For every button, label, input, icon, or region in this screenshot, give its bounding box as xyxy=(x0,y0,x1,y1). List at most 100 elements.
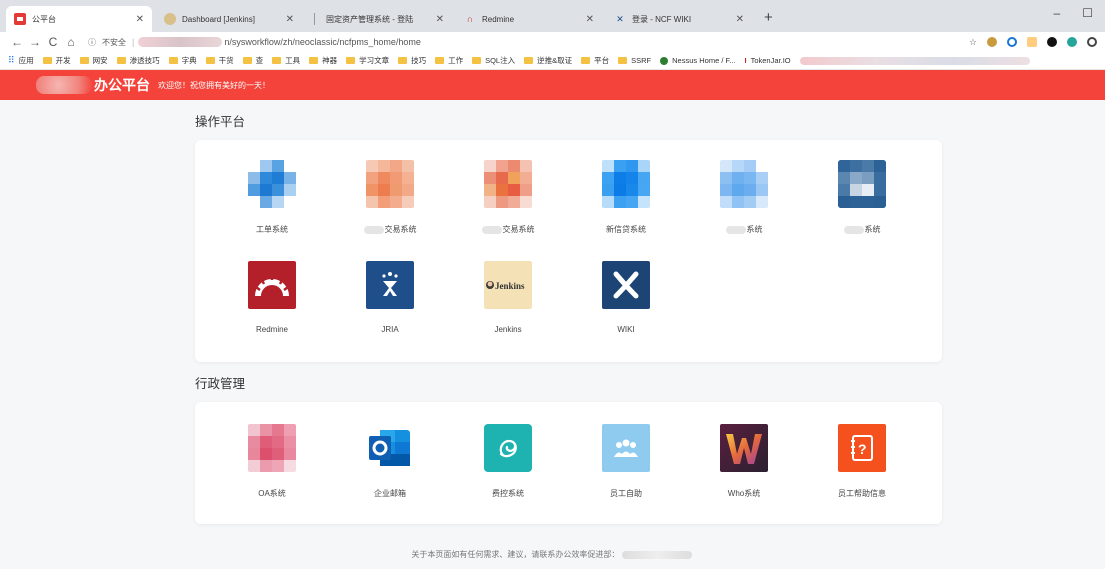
employee-self-service-icon xyxy=(602,424,650,472)
app-credit-system[interactable]: 新信贷系统 xyxy=(567,160,685,258)
ticket-system-icon xyxy=(248,160,296,208)
redacted-label xyxy=(363,225,384,234)
folder-icon xyxy=(42,57,52,64)
info-icon[interactable]: ⓘ xyxy=(88,37,96,48)
folder-icon xyxy=(435,57,445,64)
browser-tab-office[interactable]: 公平台 ✕ xyxy=(6,6,152,32)
bookmark-label: Nessus Home / F... xyxy=(672,56,736,65)
browser-tab-jenkins[interactable]: Dashboard [Jenkins] ✕ xyxy=(156,6,302,32)
folder-icon xyxy=(168,57,178,64)
redacted-label xyxy=(843,225,864,234)
forward-arrow-icon[interactable]: → xyxy=(26,35,44,49)
ops-app-card: 工单系统 交易系统 交易系统 新信贷系统 系统 系统 Redmine JRIA … xyxy=(195,140,942,362)
tab-title: 固定资产管理系统 - 登陆 xyxy=(326,14,414,24)
bookmark-folder[interactable]: 神器 xyxy=(309,55,337,66)
app-redmine[interactable]: Redmine xyxy=(213,261,331,359)
extension-icon[interactable] xyxy=(1007,37,1017,47)
app-trade-system-a[interactable]: 交易系统 xyxy=(331,160,449,258)
new-tab-button[interactable]: + xyxy=(756,6,781,32)
redmine-icon xyxy=(248,261,296,309)
app-label-text: 系统 xyxy=(864,225,881,234)
app-jira[interactable]: JRIA xyxy=(331,261,449,359)
star-icon[interactable]: ☆ xyxy=(969,37,977,48)
app-jenkins[interactable]: Jenkins Jenkins xyxy=(449,261,567,359)
close-tab-icon[interactable]: ✕ xyxy=(436,14,444,25)
app-label: 企业邮箱 xyxy=(374,489,406,498)
bookmark-folder[interactable]: 学习文章 xyxy=(346,55,389,66)
bookmark-folder[interactable]: 干货 xyxy=(205,55,234,66)
close-tab-icon[interactable]: ✕ xyxy=(136,14,144,25)
app-wiki[interactable]: WIKI xyxy=(567,261,685,359)
bookmark-label: 神器 xyxy=(322,56,338,65)
browser-tab-bar: 公平台 ✕ Dashboard [Jenkins] ✕ 固定资产管理系统 - 登… xyxy=(0,0,1105,32)
confluence-icon: ✕ xyxy=(616,13,624,24)
browser-tab-assets[interactable]: 固定资产管理系统 - 登陆 ✕ xyxy=(306,6,452,32)
extension-bar: ☆ xyxy=(969,37,1097,48)
bookmark-label: 字典 xyxy=(181,56,197,65)
maximize-button[interactable]: ☐ xyxy=(1082,6,1093,20)
extension-icon[interactable] xyxy=(1067,37,1077,47)
app-oa-system[interactable]: OA系统 xyxy=(213,424,331,522)
site-title: 办公平台 xyxy=(94,77,150,93)
tokenjar-icon: I xyxy=(744,56,747,65)
help-info-icon: ? xyxy=(838,424,886,472)
minimize-button[interactable]: – xyxy=(1054,6,1061,20)
app-label: 交易系统 xyxy=(481,224,535,235)
bookmark-label: 干货 xyxy=(218,56,234,65)
close-tab-icon[interactable]: ✕ xyxy=(286,14,294,25)
browser-tab-wiki[interactable]: ✕ 登录 - NCF WIKI ✕ xyxy=(606,6,752,32)
folder-icon xyxy=(618,57,628,64)
extension-icon[interactable] xyxy=(1047,37,1057,47)
app-expense-control[interactable]: 费控系统 xyxy=(449,424,567,522)
app-who-system[interactable]: Who系统 xyxy=(685,424,803,522)
bookmark-folder[interactable]: 查 xyxy=(242,55,263,66)
folder-icon xyxy=(346,57,356,64)
home-icon[interactable]: ⌂ xyxy=(62,35,80,49)
app-help-info[interactable]: ? 员工帮助信息 xyxy=(803,424,921,522)
bookmark-nessus[interactable]: Nessus Home / F... xyxy=(660,56,736,65)
bookmark-folder[interactable]: 开发 xyxy=(42,55,71,66)
app-label: JRIA xyxy=(381,325,399,334)
bookmark-folder[interactable]: 工具 xyxy=(272,55,300,66)
bookmark-folder[interactable]: 逆推&取证 xyxy=(524,55,572,66)
folder-icon xyxy=(116,57,126,64)
app-ticket-system[interactable]: 工单系统 xyxy=(213,160,331,258)
address-bar[interactable]: ⓘ 不安全 | n/sysworkflow/zh/neoclassic/ncfp… xyxy=(88,34,963,50)
bookmark-folder[interactable]: 网安 xyxy=(79,55,108,66)
redacted-label xyxy=(725,225,746,234)
bookmark-folder[interactable]: 字典 xyxy=(168,55,197,66)
bookmark-label: 渗透技巧 xyxy=(129,56,160,65)
app-label: Who系统 xyxy=(727,489,761,498)
reload-icon[interactable]: C xyxy=(44,35,62,49)
back-arrow-icon[interactable]: ← xyxy=(8,35,26,49)
expense-control-icon xyxy=(484,424,532,472)
browser-tab-redmine[interactable]: ∩ Redmine ✕ xyxy=(456,6,602,32)
profile-icon[interactable] xyxy=(1087,37,1097,47)
app-trade-system-b[interactable]: 交易系统 xyxy=(449,160,567,258)
redacted-logo xyxy=(36,76,92,94)
bookmarks-bar: ⠿ 应用 开发 网安 渗透技巧 字典 干货 查 工具 神器 学习文章 技巧 工作 … xyxy=(0,52,1105,70)
close-tab-icon[interactable]: ✕ xyxy=(586,14,594,25)
close-tab-icon[interactable]: ✕ xyxy=(736,14,744,25)
bookmark-folder[interactable]: 平台 xyxy=(581,55,609,66)
svg-text:?: ? xyxy=(858,441,867,457)
site-header: 办公平台 欢迎您！祝您拥有美好的一天！ xyxy=(0,70,1105,100)
extension-icon[interactable] xyxy=(987,37,997,47)
redacted-contact xyxy=(621,550,692,559)
app-system-a[interactable]: 系统 xyxy=(685,160,803,258)
credit-system-icon xyxy=(602,160,650,208)
app-employee-self-service[interactable]: 员工自助 xyxy=(567,424,685,522)
app-system-b[interactable]: 系统 xyxy=(803,160,921,258)
bookmark-folder[interactable]: 工作 xyxy=(435,55,463,66)
section-title-ops: 操作平台 xyxy=(195,115,246,129)
bookmark-folder[interactable]: 渗透技巧 xyxy=(116,55,160,66)
bookmark-folder[interactable]: 技巧 xyxy=(398,55,426,66)
bookmark-folder[interactable]: SSRF xyxy=(618,56,651,65)
bookmark-apps[interactable]: ⠿ 应用 xyxy=(8,55,34,66)
extension-icon[interactable] xyxy=(1027,37,1037,47)
bookmark-tokenjar[interactable]: I TokenJar.IO xyxy=(745,56,791,65)
app-mail[interactable]: 企业邮箱 xyxy=(331,424,449,522)
app-label: OA系统 xyxy=(258,489,286,498)
window-controls: – ☐ xyxy=(1054,6,1093,20)
bookmark-folder[interactable]: SQL注入 xyxy=(472,55,515,66)
